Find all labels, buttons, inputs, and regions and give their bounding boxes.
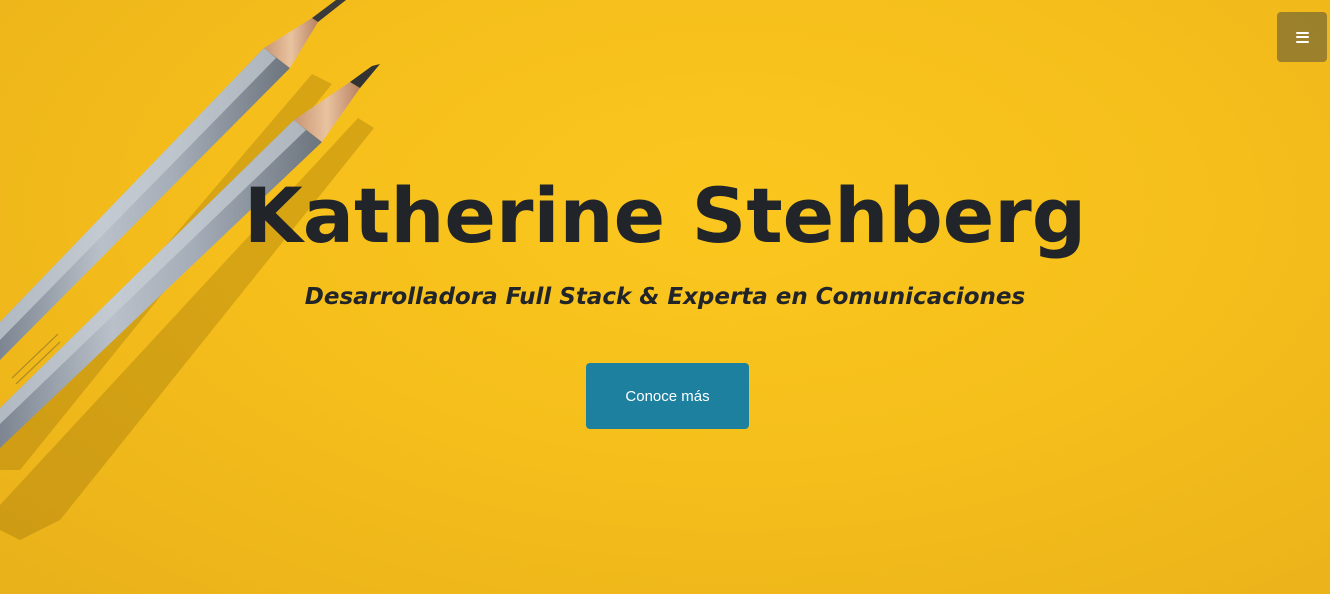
page-subtitle: Desarrolladora Full Stack & Experta en C… — [304, 284, 1026, 310]
hamburger-menu-icon — [1295, 31, 1309, 43]
menu-toggle-button[interactable] — [1277, 12, 1327, 62]
learn-more-button[interactable]: Conoce más — [586, 363, 749, 429]
page-title: Katherine Stehberg — [243, 171, 1087, 260]
hero-section: Katherine Stehberg Desarrolladora Full S… — [0, 0, 1330, 594]
